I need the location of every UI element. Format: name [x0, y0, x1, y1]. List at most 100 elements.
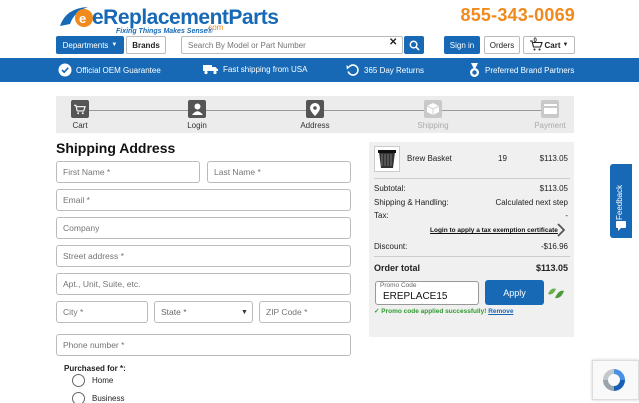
- promo-success-message: ✓ Promo code applied successfully! Remov…: [374, 307, 513, 315]
- benefit-label: 365 Day Returns: [364, 65, 425, 75]
- promo-success-text: ✓ Promo code applied successfully!: [374, 308, 487, 315]
- radio-label: Home: [92, 376, 114, 385]
- benefit-brands: Preferred Brand Partners: [468, 63, 574, 78]
- promo-code-input[interactable]: Promo Code EREPLACE15: [375, 281, 479, 305]
- feedback-tab[interactable]: Feedback: [610, 164, 632, 238]
- benefit-label: Preferred Brand Partners: [485, 66, 575, 75]
- benefit-shipping: Fast shipping from USA: [203, 63, 307, 75]
- last-name-input[interactable]: [207, 161, 351, 183]
- product-thumbnail: [374, 146, 400, 172]
- signin-button[interactable]: Sign in: [444, 36, 480, 54]
- phone-number[interactable]: 855-343-0069: [461, 5, 576, 26]
- badge-check-icon: [58, 63, 72, 77]
- brands-button[interactable]: Brands: [126, 36, 166, 54]
- tax-value: -: [565, 211, 568, 220]
- order-total-label: Order total: [374, 263, 421, 273]
- street-address-input[interactable]: [56, 245, 351, 267]
- search-input[interactable]: [181, 36, 403, 54]
- chevron-down-icon: ▼: [241, 309, 248, 316]
- phone-input[interactable]: [56, 334, 351, 356]
- step-address[interactable]: Address: [285, 100, 345, 130]
- radio-business[interactable]: Business: [72, 392, 124, 403]
- apt-input[interactable]: [56, 273, 351, 295]
- svg-text:e: e: [79, 11, 86, 26]
- recaptcha-badge[interactable]: [592, 360, 639, 400]
- order-total-value: $113.05: [535, 263, 568, 273]
- search-icon: [409, 40, 420, 51]
- site-logo[interactable]: e eReplacementParts .com Fixing Things M…: [58, 4, 279, 35]
- leaf-icon: [548, 288, 564, 299]
- recaptcha-icon: [603, 369, 625, 391]
- discount-label: Discount:: [374, 242, 408, 251]
- step-label: Login: [187, 121, 207, 130]
- discount-value: -$16.96: [540, 242, 568, 251]
- cart-button[interactable]: 0 Cart ▼: [523, 36, 575, 54]
- product-name: Brew Basket: [407, 154, 452, 163]
- cart-label: Cart: [544, 40, 561, 50]
- apply-button[interactable]: Apply: [485, 280, 544, 305]
- benefit-oem: Official OEM Guarantee: [58, 63, 161, 77]
- email-input[interactable]: [56, 189, 351, 211]
- credit-card-icon: [541, 100, 559, 118]
- chevron-right-icon[interactable]: [557, 223, 565, 237]
- radio-label: Business: [92, 394, 125, 403]
- return-icon: [346, 64, 359, 76]
- box-icon: [424, 100, 442, 118]
- truck-icon: [203, 65, 218, 75]
- medal-icon: [470, 63, 479, 77]
- step-label: Payment: [534, 121, 566, 130]
- brew-basket-image-icon: [378, 150, 396, 168]
- cart-step-icon: [71, 100, 89, 118]
- zip-input[interactable]: [259, 301, 351, 323]
- state-select[interactable]: State *: [154, 301, 253, 323]
- promo-code-value: EREPLACE15: [383, 291, 448, 302]
- company-input[interactable]: [56, 217, 351, 239]
- purchased-for-label: Purchased for *:: [64, 364, 126, 373]
- caret-down-icon: ▼: [562, 42, 569, 48]
- feedback-label: Feedback: [615, 184, 624, 220]
- clear-icon[interactable]: ✕: [389, 37, 397, 48]
- cart-count: 0: [533, 37, 537, 44]
- divider: [374, 256, 570, 257]
- departments-label: Departments: [62, 40, 109, 50]
- chat-icon: [616, 221, 626, 231]
- tax-label: Tax:: [374, 211, 389, 220]
- search-button[interactable]: [404, 36, 424, 54]
- user-icon: [188, 100, 206, 118]
- step-shipping: Shipping: [403, 100, 463, 130]
- step-cart[interactable]: Cart: [50, 100, 110, 130]
- order-summary: Brew Basket 19 $113.05 Subtotal: $113.05…: [369, 142, 574, 337]
- map-pin-icon: [306, 100, 324, 118]
- radio-circle[interactable]: [72, 374, 85, 387]
- promo-code-label: Promo Code: [380, 282, 417, 289]
- step-label: Cart: [72, 121, 88, 130]
- logo-tagline: Fixing Things Makes Sense®: [116, 28, 213, 35]
- benefit-returns: 365 Day Returns: [346, 63, 424, 77]
- checkout-progress: Cart Login Address Shipping Payment: [56, 96, 574, 133]
- subtotal-label: Subtotal:: [374, 184, 406, 193]
- page-title: Shipping Address: [56, 140, 176, 156]
- caret-down-icon: ▼: [111, 42, 118, 48]
- tax-exemption-link[interactable]: Login to apply a tax exemption certifica…: [430, 227, 558, 234]
- subtotal-value: $113.05: [539, 184, 568, 193]
- departments-button[interactable]: Departments ▼: [56, 36, 124, 54]
- city-input[interactable]: [56, 301, 148, 323]
- product-price: $113.05: [539, 154, 568, 163]
- divider: [374, 178, 570, 179]
- cart-icon: 0: [529, 37, 543, 51]
- product-qty: 19: [498, 154, 507, 163]
- radio-circle[interactable]: [72, 392, 85, 403]
- benefit-label: Official OEM Guarantee: [76, 65, 161, 75]
- logo-text: eReplacementParts: [92, 6, 279, 29]
- benefits-bar: Official OEM Guarantee Fast shipping fro…: [0, 58, 639, 82]
- promo-remove-link[interactable]: Remove: [488, 308, 513, 315]
- step-label: Address: [300, 121, 330, 130]
- step-payment: Payment: [520, 100, 580, 130]
- orders-button[interactable]: Orders: [484, 36, 520, 54]
- benefit-label: Fast shipping from USA: [223, 64, 308, 74]
- site-header: e eReplacementParts .com Fixing Things M…: [0, 0, 639, 58]
- radio-home[interactable]: Home: [72, 374, 113, 387]
- first-name-input[interactable]: [56, 161, 200, 183]
- step-login[interactable]: Login: [167, 100, 227, 130]
- shipping-label: Shipping & Handling:: [374, 198, 449, 207]
